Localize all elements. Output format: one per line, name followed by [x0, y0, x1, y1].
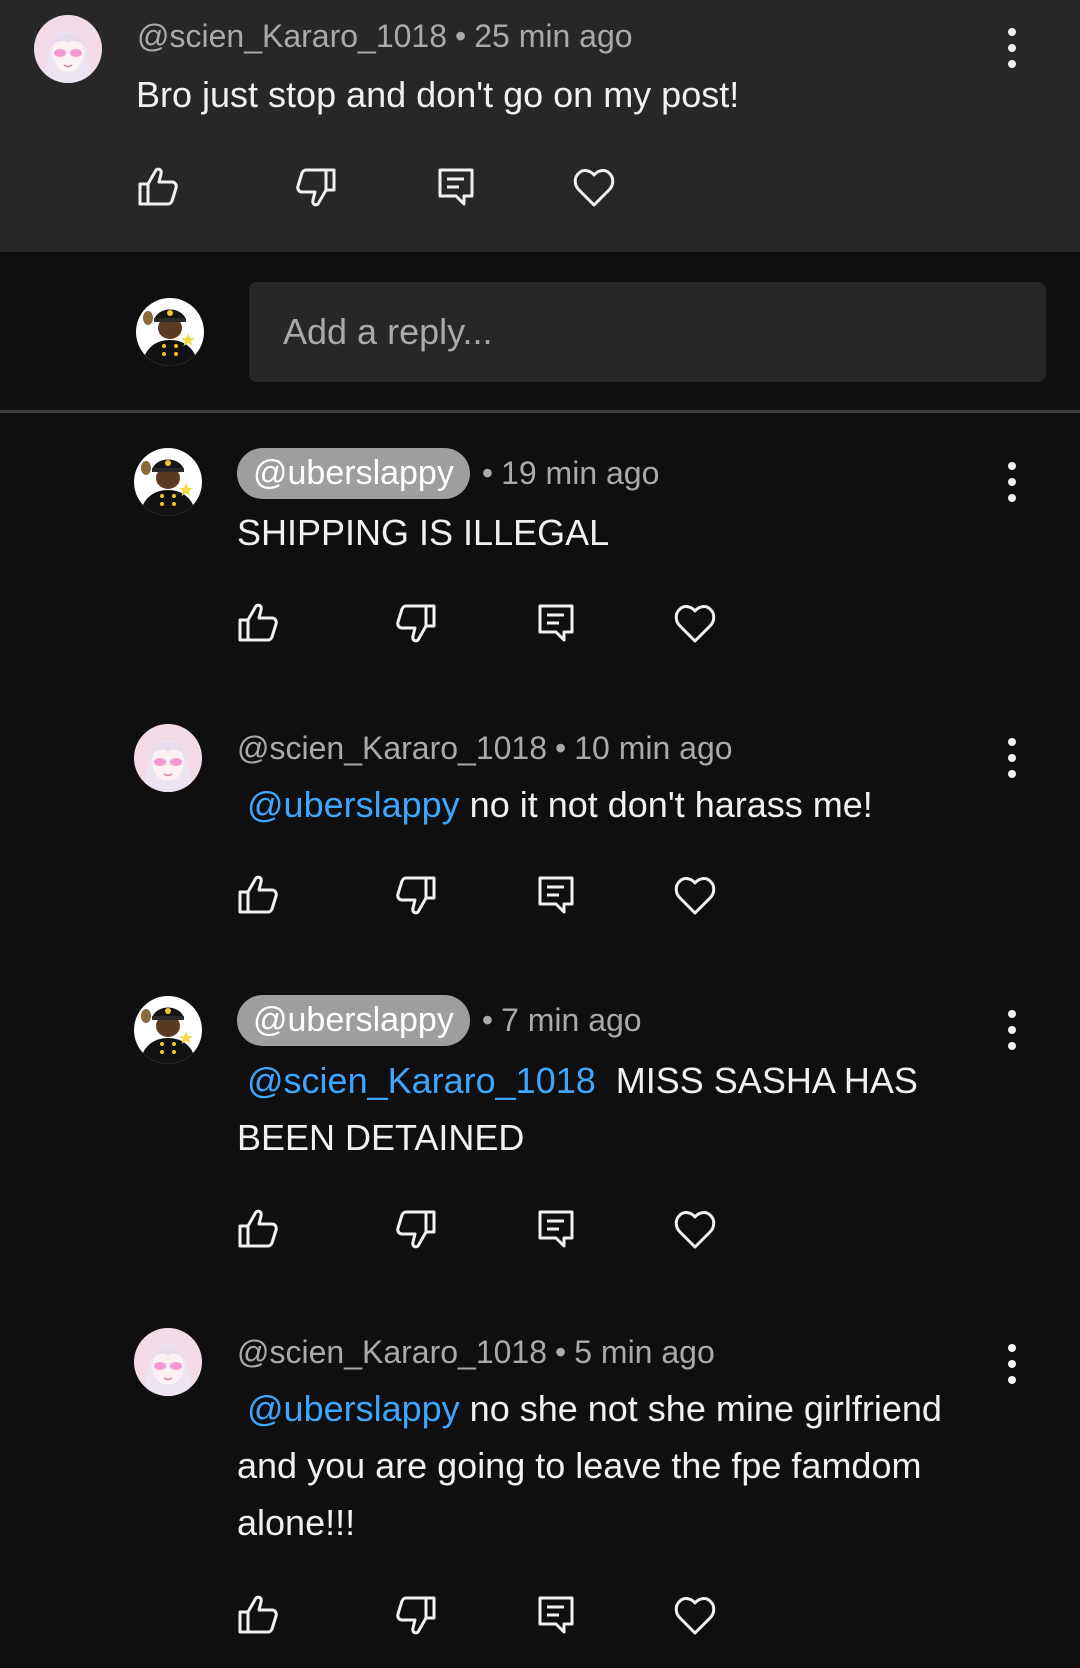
reply-icon[interactable] — [531, 1590, 581, 1640]
comment-text: @scien_Kararo_1018 MISS SASHA HAS BEEN DE… — [237, 1052, 977, 1166]
thumbs-down-icon[interactable] — [290, 162, 340, 212]
avatar[interactable] — [134, 996, 202, 1064]
comment-meta: @scien_Kararo_1018 • 25 min ago — [137, 18, 633, 55]
comment-actions — [0, 598, 800, 648]
more-vert-icon[interactable] — [1000, 734, 1024, 782]
separator: • — [555, 730, 567, 766]
comment-text: @uberslappy no it not don't harass me! — [237, 776, 1017, 833]
avatar[interactable] — [134, 1328, 202, 1396]
avatar[interactable] — [134, 448, 202, 516]
thumbs-up-icon[interactable] — [234, 1590, 284, 1640]
timestamp: 25 min ago — [474, 18, 633, 54]
comment-text: @uberslappy no she not she mine girlfrien… — [237, 1380, 1007, 1551]
author-chip[interactable]: @uberslappy — [237, 995, 470, 1046]
comment-meta: @scien_Kararo_1018 • 5 min ago — [237, 1334, 715, 1371]
comment-actions — [0, 1590, 800, 1640]
heart-icon[interactable] — [569, 162, 619, 212]
reply-icon[interactable] — [531, 598, 581, 648]
more-vert-icon[interactable] — [1000, 1340, 1024, 1388]
thumbs-down-icon[interactable] — [390, 870, 440, 920]
reply-icon[interactable] — [531, 1204, 581, 1254]
thumbs-up-icon[interactable] — [134, 162, 184, 212]
comment-meta: @scien_Kararo_1018 • 10 min ago — [237, 730, 733, 767]
author-name[interactable]: @scien_Kararo_1018 — [237, 1334, 547, 1371]
timestamp: 5 min ago — [574, 1334, 715, 1370]
more-vert-icon[interactable] — [1000, 24, 1024, 72]
comment-meta: @uberslappy • 19 min ago — [237, 448, 659, 499]
avatar[interactable] — [136, 298, 204, 366]
more-vert-icon[interactable] — [1000, 458, 1024, 506]
comment-body: no it not don't harass me! — [469, 784, 873, 825]
thumbs-down-icon[interactable] — [390, 1204, 440, 1254]
comment-body: SHIPPING IS ILLEGAL — [237, 512, 610, 553]
thumbs-up-icon[interactable] — [234, 598, 284, 648]
timestamp: 19 min ago — [501, 455, 660, 491]
reply-composer — [0, 252, 1080, 410]
author-name[interactable]: @scien_Kararo_1018 — [237, 730, 547, 767]
mention-link[interactable]: @uberslappy — [247, 784, 460, 825]
separator: • — [455, 18, 467, 54]
top-comment: @scien_Kararo_1018 • 25 min ago Bro just… — [0, 0, 1080, 252]
comment-actions — [0, 162, 700, 212]
comment-text: SHIPPING IS ILLEGAL — [237, 504, 1017, 561]
comment-body: Bro just stop and don't go on my post! — [136, 74, 740, 115]
avatar[interactable] — [134, 724, 202, 792]
avatar[interactable] — [34, 15, 102, 83]
separator: • — [481, 1002, 494, 1038]
separator: • — [481, 455, 494, 491]
mention-link[interactable]: @uberslappy — [247, 1388, 460, 1429]
separator: • — [555, 1334, 567, 1370]
divider — [0, 410, 1080, 413]
reply-icon[interactable] — [431, 162, 481, 212]
timestamp: 10 min ago — [574, 730, 733, 766]
comment-text: Bro just stop and don't go on my post! — [136, 66, 916, 123]
thumbs-down-icon[interactable] — [390, 1590, 440, 1640]
thumbs-down-icon[interactable] — [390, 598, 440, 648]
timestamp: 7 min ago — [501, 1002, 642, 1038]
author-chip[interactable]: @uberslappy — [237, 448, 470, 499]
author-name[interactable]: @scien_Kararo_1018 — [137, 18, 447, 55]
comment-actions — [0, 1204, 800, 1254]
heart-icon[interactable] — [670, 1204, 720, 1254]
heart-icon[interactable] — [670, 598, 720, 648]
thumbs-up-icon[interactable] — [234, 1204, 284, 1254]
more-vert-icon[interactable] — [1000, 1006, 1024, 1054]
heart-icon[interactable] — [670, 1590, 720, 1640]
comment-actions — [0, 870, 800, 920]
comment-meta: @uberslappy • 7 min ago — [237, 995, 642, 1046]
heart-icon[interactable] — [670, 870, 720, 920]
reply-input[interactable] — [249, 282, 1046, 382]
mention-link[interactable]: @scien_Kararo_1018 — [247, 1060, 596, 1101]
reply-icon[interactable] — [531, 870, 581, 920]
thumbs-up-icon[interactable] — [234, 870, 284, 920]
